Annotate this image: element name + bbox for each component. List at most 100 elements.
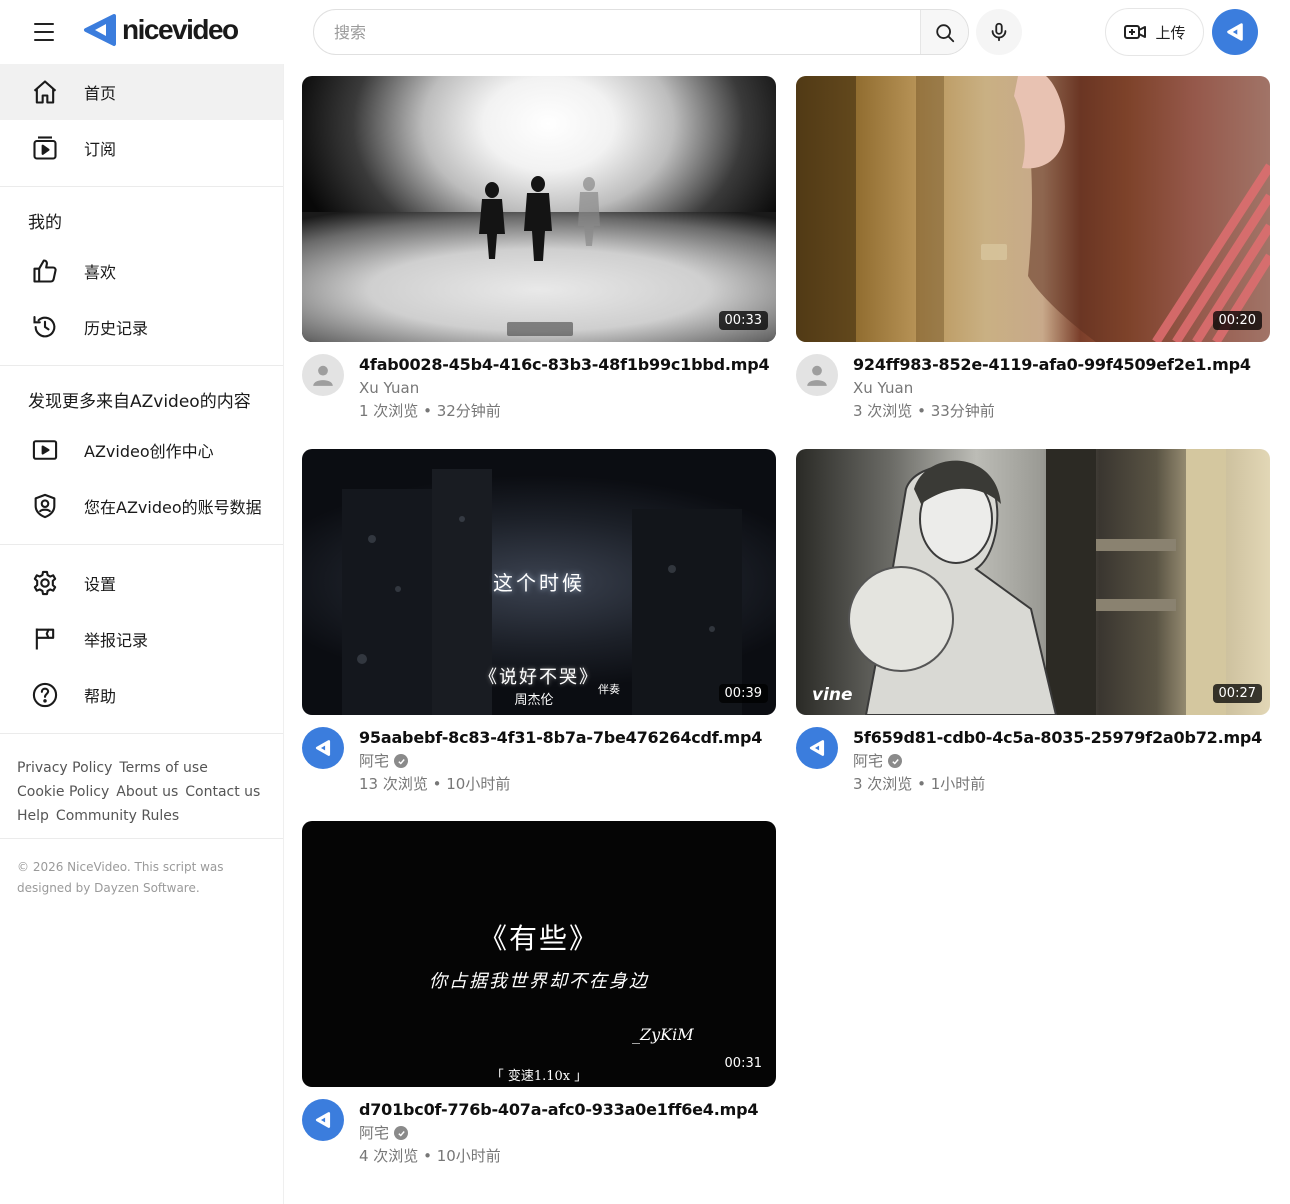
video-title[interactable]: 924ff983-852e-4119-afa0-99f4509ef2e1.mp4: [853, 354, 1251, 376]
channel-name[interactable]: 阿宅: [359, 1121, 758, 1145]
video-card: vine 00:27 5f659d81-cdb0-4c5a-8035-25979…: [796, 449, 1270, 795]
artist-overlay: _ZyKiM: [632, 1025, 694, 1044]
search-button[interactable]: [920, 10, 968, 54]
cookie-policy-link[interactable]: Cookie Policy: [17, 784, 109, 800]
terms-link[interactable]: Terms of use: [119, 760, 207, 776]
sidebar-item-account-data[interactable]: 您在AZvideo的账号数据: [0, 478, 283, 534]
sidebar-item-label: 帮助: [84, 687, 117, 706]
sidebar-item-subscriptions[interactable]: 订阅: [0, 120, 283, 176]
sidebar-item-creator-center[interactable]: AZvideo创作中心: [0, 422, 283, 478]
sidebar: 首页 订阅 我的 喜欢 历史记录 发现更多来自AZvideo的内容 AZvide…: [0, 64, 284, 1204]
video-thumbnail[interactable]: 这个时候 《说好不哭》 周杰伦 伴奏 00:39: [302, 449, 776, 715]
sidebar-item-home[interactable]: 首页: [0, 64, 283, 120]
vine-watermark: vine: [812, 685, 853, 705]
sidebar-item-label: 订阅: [84, 140, 117, 159]
channel-name-text: 阿宅: [853, 752, 884, 770]
channel-name-text: 阿宅: [359, 752, 390, 770]
artist-overlay: 周杰伦: [514, 693, 554, 708]
video-card: 00:20 924ff983-852e-4119-afa0-99f4509ef2…: [796, 76, 1270, 422]
help-link[interactable]: Help: [17, 808, 49, 824]
video-card: 《有些》 你占据我世界却不在身边 _ZyKiM 「 变速1.10x 」 00:3…: [302, 821, 776, 1167]
history-icon: [30, 312, 60, 342]
user-icon: [807, 365, 827, 386]
video-stats: 3 次浏览 • 33分钟前: [853, 402, 995, 420]
menu-icon[interactable]: [22, 16, 66, 48]
user-icon: [313, 365, 333, 386]
video-stats: 13 次浏览 • 10小时前: [359, 775, 511, 793]
video-stats: 4 次浏览 • 10小时前: [359, 1147, 501, 1165]
sidebar-item-history[interactable]: 历史记录: [0, 299, 283, 355]
brand-avatar-icon: [809, 740, 825, 756]
manga-illustration-graphic: [848, 449, 1226, 715]
section-title-discover: 发现更多来自AZvideo的内容: [28, 391, 251, 412]
sidebar-item-reports[interactable]: 举报记录: [0, 611, 283, 667]
channel-name[interactable]: 阿宅: [359, 749, 762, 773]
video-card: 00:33 4fab0028-45b4-416c-83b3-48f1b99c1b…: [302, 76, 776, 422]
home-icon: [30, 77, 60, 107]
channel-avatar[interactable]: [302, 354, 344, 396]
sidebar-divider: [0, 838, 283, 839]
account-shield-icon: [30, 491, 60, 521]
video-title[interactable]: 4fab0028-45b4-416c-83b3-48f1b99c1bbd.mp4: [359, 354, 770, 376]
brand-avatar-icon: [315, 1112, 331, 1128]
video-duration: 00:20: [1212, 311, 1262, 330]
video-title[interactable]: 5f659d81-cdb0-4c5a-8035-25979f2a0b72.mp4: [853, 727, 1262, 749]
sidebar-item-help[interactable]: 帮助: [0, 667, 283, 723]
section-title-mine: 我的: [28, 212, 62, 233]
channel-avatar[interactable]: [796, 727, 838, 769]
video-duration: 00:33: [718, 311, 768, 330]
sidebar-item-settings[interactable]: 设置: [0, 555, 283, 611]
sidebar-item-label: 首页: [84, 84, 117, 103]
search-bar: [313, 9, 969, 55]
help-icon: [30, 680, 60, 710]
video-duration: 00:31: [724, 1056, 762, 1071]
video-stats: 3 次浏览 • 1小时前: [853, 775, 986, 793]
verified-icon: [394, 754, 409, 768]
logo-text: nicevideo: [122, 14, 239, 45]
logo[interactable]: nicevideo: [82, 12, 239, 48]
video-thumbnail[interactable]: 00:33: [302, 76, 776, 342]
video-add-icon: [1124, 25, 1147, 39]
upload-label: 上传: [1155, 23, 1186, 42]
channel-name[interactable]: Xu Yuan: [359, 376, 769, 400]
video-thumbnail[interactable]: 00:20: [796, 76, 1270, 342]
gear-icon: [30, 568, 60, 598]
channel-name-text: Xu Yuan: [853, 379, 914, 397]
channel-name-text: 阿宅: [359, 1124, 390, 1142]
channel-name[interactable]: Xu Yuan: [853, 376, 1251, 400]
voice-search-button[interactable]: [976, 9, 1022, 55]
about-link[interactable]: About us: [116, 784, 178, 800]
sidebar-divider: [0, 365, 283, 366]
search-icon: [935, 24, 954, 43]
brand-avatar-icon: [1227, 23, 1243, 41]
sidebar-item-likes[interactable]: 喜欢: [0, 243, 283, 299]
copyright: © 2026 NiceVideo. This script was design…: [17, 860, 224, 895]
search-input[interactable]: [314, 10, 920, 54]
accompaniment-overlay: 伴奏: [598, 683, 620, 696]
user-avatar[interactable]: [1212, 9, 1258, 55]
contact-link[interactable]: Contact us: [185, 784, 260, 800]
sidebar-item-label: 您在AZvideo的账号数据: [84, 498, 262, 517]
video-thumbnail[interactable]: 《有些》 你占据我世界却不在身边 _ZyKiM 「 变速1.10x 」 00:3…: [302, 821, 776, 1087]
sidebar-item-label: 设置: [84, 575, 117, 594]
microphone-icon: [991, 22, 1007, 42]
channel-avatar[interactable]: [302, 727, 344, 769]
silhouettes-graphic: [479, 176, 600, 336]
video-thumbnail[interactable]: vine 00:27: [796, 449, 1270, 715]
channel-name[interactable]: 阿宅: [853, 749, 1262, 773]
community-rules-link[interactable]: Community Rules: [56, 808, 179, 824]
song-title-overlay: 《说好不哭》: [479, 667, 599, 688]
video-stats: 1 次浏览 • 32分钟前: [359, 402, 501, 420]
privacy-policy-link[interactable]: Privacy Policy: [17, 760, 112, 776]
channel-avatar[interactable]: [302, 1099, 344, 1141]
sidebar-divider: [0, 186, 283, 187]
upload-button[interactable]: 上传: [1105, 8, 1204, 56]
thumbs-up-icon: [30, 256, 60, 286]
sidebar-item-label: AZvideo创作中心: [84, 442, 214, 461]
video-title[interactable]: d701bc0f-776b-407a-afc0-933a0e1ff6e4.mp4: [359, 1099, 758, 1121]
video-duration: 00:27: [1212, 684, 1262, 703]
video-title[interactable]: 95aabebf-8c83-4f31-8b7a-7be476264cdf.mp4: [359, 727, 762, 749]
channel-name-text: Xu Yuan: [359, 379, 420, 397]
channel-avatar[interactable]: [796, 354, 838, 396]
sidebar-item-label: 历史记录: [84, 319, 149, 338]
